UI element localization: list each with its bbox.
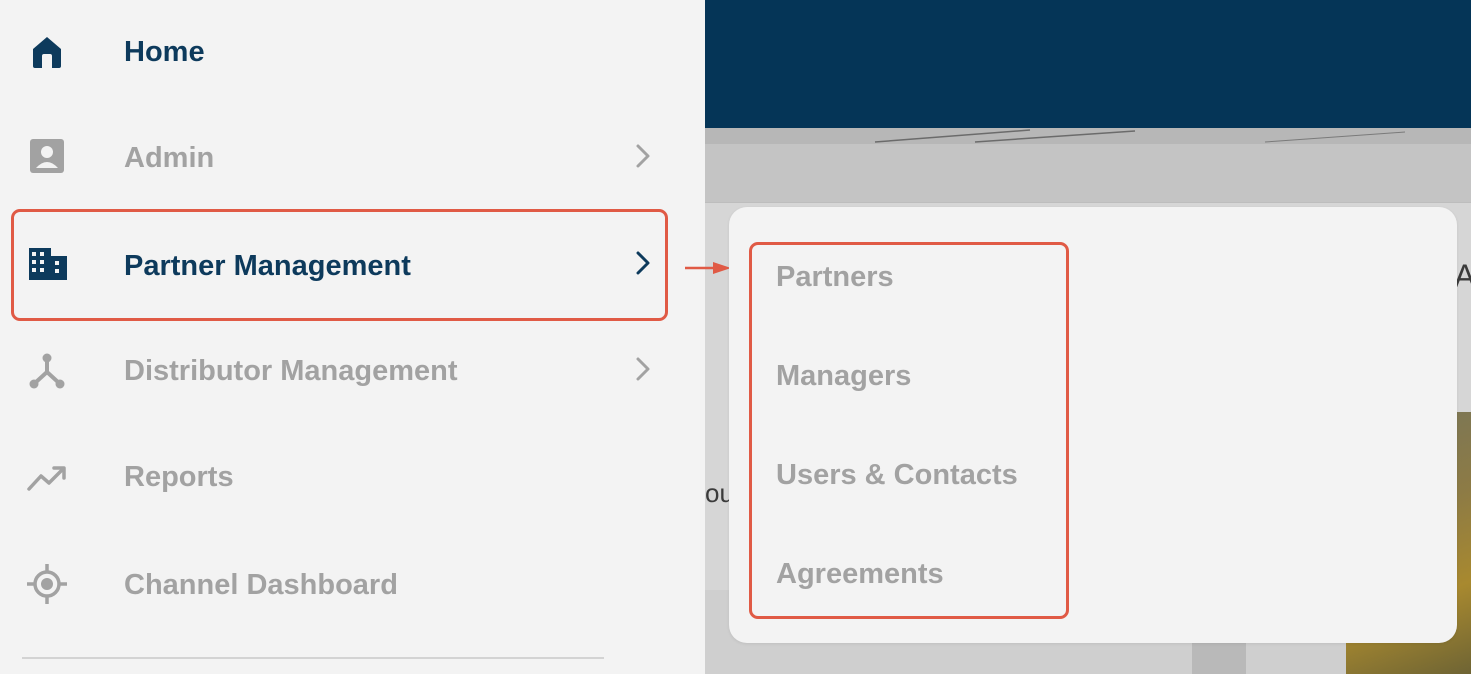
background-toolbar-band	[705, 144, 1471, 202]
chevron-right-icon	[636, 144, 650, 168]
target-icon	[27, 564, 67, 604]
sidebar-item-home[interactable]: Home	[0, 12, 680, 92]
sidebar-item-channel-dashboard[interactable]: Channel Dashboard	[0, 543, 680, 623]
sidebar-item-label: Distributor Management	[124, 355, 458, 387]
sidebar-item-reports[interactable]: Reports	[0, 437, 680, 517]
sidebar-item-label: Reports	[124, 461, 234, 493]
sidebar-item-label: Channel Dashboard	[124, 569, 398, 601]
sidebar-item-distributor-management[interactable]: Distributor Management	[0, 332, 680, 412]
submenu-highlight	[749, 242, 1069, 619]
trending-up-icon	[27, 466, 66, 491]
header-strip-lines	[874, 129, 1406, 143]
home-icon	[33, 37, 61, 68]
sidebar-item-label: Admin	[124, 142, 215, 174]
pointer-arrow-icon	[685, 262, 731, 274]
header-image-strip	[705, 128, 1471, 144]
sidebar-nav: Home Admin Partner Management Distributo…	[0, 0, 705, 674]
app-header-bar	[705, 0, 1471, 128]
sidebar-divider	[22, 657, 604, 659]
chevron-right-icon	[636, 357, 650, 381]
contact-card-icon	[30, 139, 64, 173]
sidebar-item-label: Home	[124, 36, 205, 68]
hub-network-icon	[29, 353, 65, 389]
partner-management-highlight	[11, 209, 668, 321]
sidebar-item-admin[interactable]: Admin	[0, 117, 680, 197]
